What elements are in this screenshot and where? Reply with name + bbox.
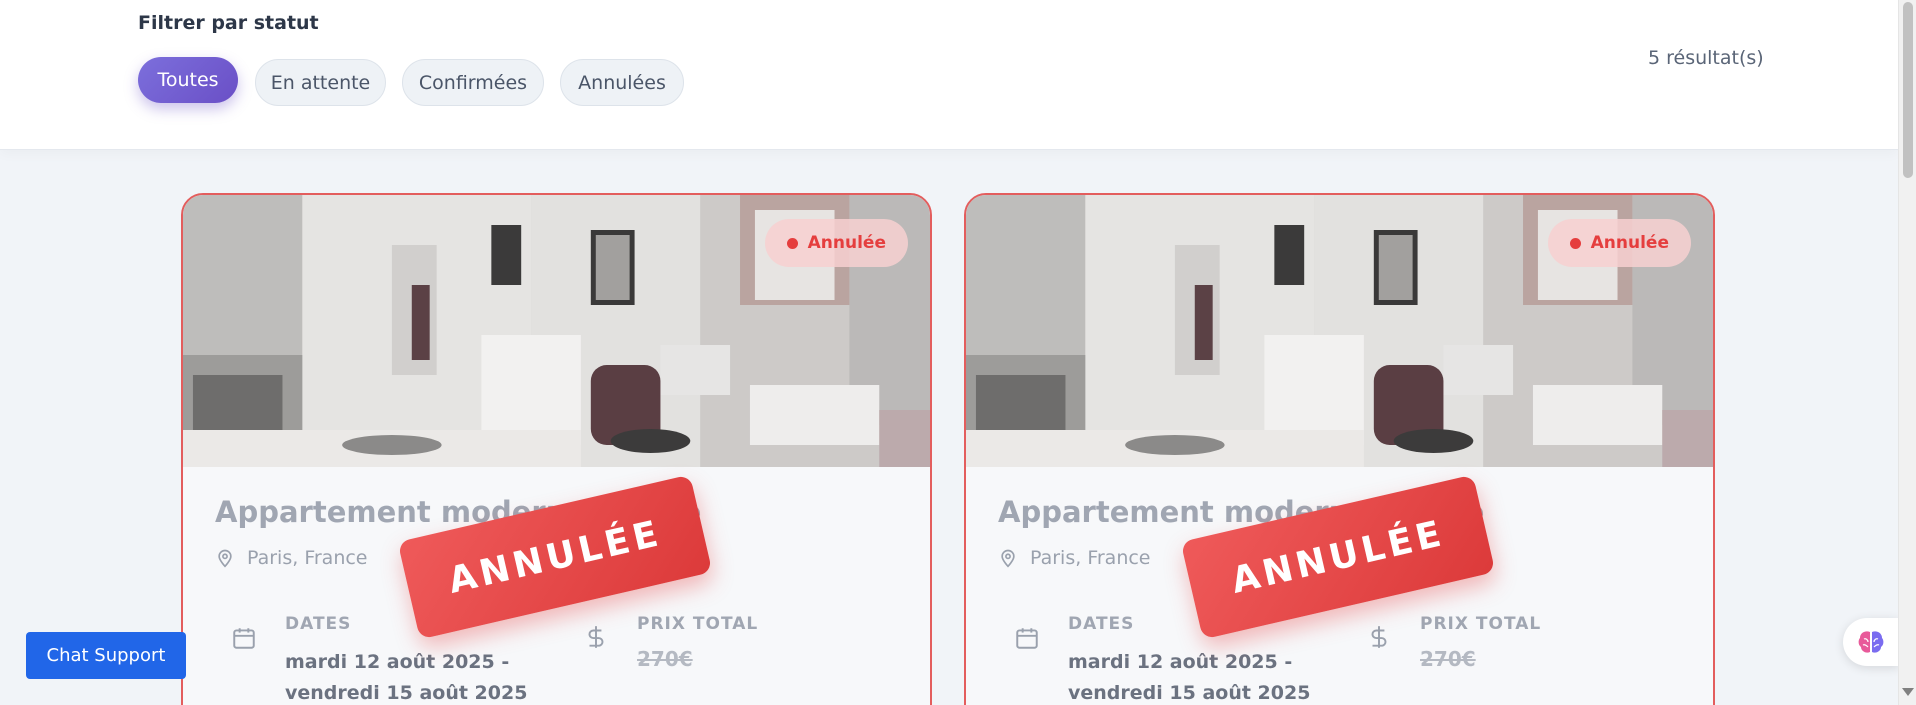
property-location: Paris, France <box>998 547 1151 569</box>
map-pin-icon <box>215 547 235 569</box>
price-label: PRIX TOTAL <box>1420 614 1542 634</box>
status-dot-icon <box>1569 237 1581 249</box>
status-badge-label: Annulée <box>807 233 886 253</box>
location-label: Paris, France <box>1030 547 1151 569</box>
dates-start: mardi 12 août 2025 - <box>1068 651 1293 673</box>
dates-start: mardi 12 août 2025 - <box>285 651 510 673</box>
map-pin-icon <box>998 547 1018 569</box>
dollar-icon <box>583 622 609 652</box>
price-value: 270€ <box>637 647 693 671</box>
chat-support-button[interactable]: Chat Support <box>26 632 186 679</box>
dollar-icon <box>1366 622 1392 652</box>
filter-chip-all[interactable]: Toutes <box>138 57 238 103</box>
location-label: Paris, France <box>247 547 368 569</box>
dates-label: DATES <box>1068 614 1135 634</box>
status-badge-label: Annulée <box>1590 233 1669 253</box>
dates-value: mardi 12 août 2025 - vendredi 15 août 20… <box>285 647 527 705</box>
dates-label: DATES <box>285 614 352 634</box>
scrollbar-thumb[interactable] <box>1903 2 1913 178</box>
booking-card[interactable]: Annulée Appartement moderne centre Paris… <box>964 193 1715 705</box>
page-scrollbar[interactable] <box>1898 0 1916 705</box>
filter-chip-pending[interactable]: En attente <box>255 59 386 106</box>
dates-end: vendredi 15 août 2025 <box>285 682 528 704</box>
dates-end: vendredi 15 août 2025 <box>1068 682 1311 704</box>
calendar-icon <box>231 625 257 651</box>
price-value: 270€ <box>1420 647 1476 671</box>
dates-value: mardi 12 août 2025 - vendredi 15 août 20… <box>1068 647 1310 705</box>
brain-icon <box>1857 629 1885 655</box>
result-count: 5 résultat(s) <box>1648 47 1764 69</box>
calendar-icon <box>1014 625 1040 651</box>
filter-chip-confirmed[interactable]: Confirmées <box>402 59 544 106</box>
status-dot-icon <box>786 237 798 249</box>
scroll-down-arrow-icon[interactable] <box>1902 688 1914 696</box>
property-location: Paris, France <box>215 547 368 569</box>
price-label: PRIX TOTAL <box>637 614 759 634</box>
assistant-button[interactable] <box>1843 618 1899 666</box>
status-badge: Annulée <box>1547 219 1691 267</box>
filter-chip-cancelled[interactable]: Annulées <box>560 59 684 106</box>
status-badge: Annulée <box>764 219 908 267</box>
booking-card[interactable]: Annulée Appartement moderne centre Paris… <box>181 193 932 705</box>
status-filter-bar: Filtrer par statut Toutes En attente Con… <box>0 0 1898 150</box>
filter-title: Filtrer par statut <box>138 12 319 34</box>
